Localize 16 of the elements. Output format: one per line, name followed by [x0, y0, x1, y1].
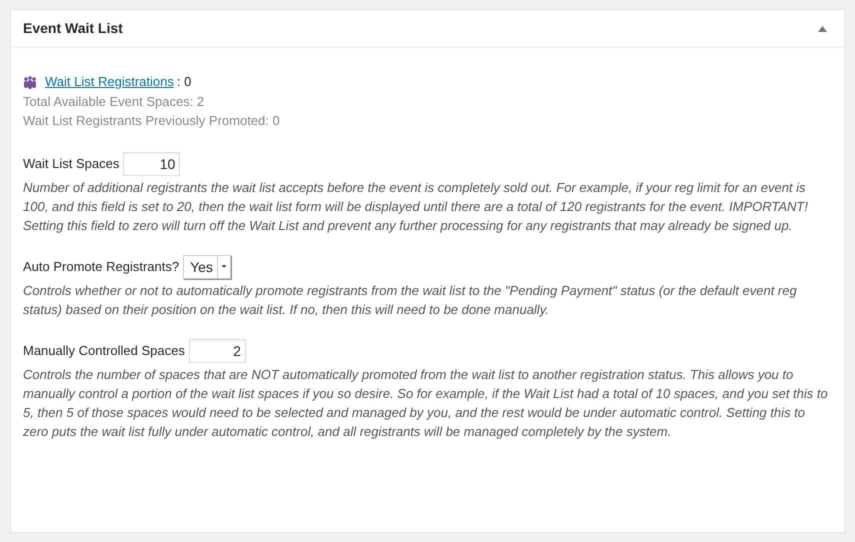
people-icon [23, 76, 37, 88]
setting-label: Auto Promote Registrants? [23, 258, 180, 276]
select-field[interactable]: Yes [183, 255, 231, 279]
setting-description: Number of additional registrants the wait list accepts before the event is completely sold out. For example, if your reg limit for an event is 100, and this field is set to 20, then the wait list form will be displayed until there are a total of 120 registrants for the event. IMPORTANT! Setting this field to zero will turn off the Wait List and prevent any further processing for any registrants that may already be signed up. [23, 179, 809, 235]
collapse-icon[interactable] [818, 26, 827, 32]
stat-line: Wait List Registrants Previously Promoted: 0 [23, 112, 281, 130]
panel-title: Event Wait List [23, 19, 123, 38]
setting-label: Manually Controlled Spaces [23, 342, 185, 360]
registrations-link[interactable]: Wait List Registrations [45, 72, 174, 92]
number-field[interactable]: 10 [123, 152, 180, 176]
registrations-count: : 0 [176, 73, 192, 91]
setting-label: Wait List Spaces [23, 155, 120, 174]
setting-description: Controls whether or not to automatically promote registrants from the wait list to the "Pending Payment" status (or the default event reg status) based on their position on the wait list. If no, then this will need to be done manually. [23, 282, 798, 319]
setting-description: Controls the number of spaces that are NOT automatically promoted from the wait list to another registration status. This allows you to manually control a portion of the wait list spaces if you so desire. So for example, if the Wait List had a total of 10 spaces, and you set this to 5, then 5 of those spaces would need to be selected and managed by you, and the rest would be under automatic control. Setting this to zero puts the wait list fully under automatic control, and all registrants will be managed completely by the system. [23, 366, 829, 441]
number-field[interactable]: 2 [188, 339, 246, 363]
stat-line: Total Available Event Spaces: 2 [23, 93, 206, 111]
